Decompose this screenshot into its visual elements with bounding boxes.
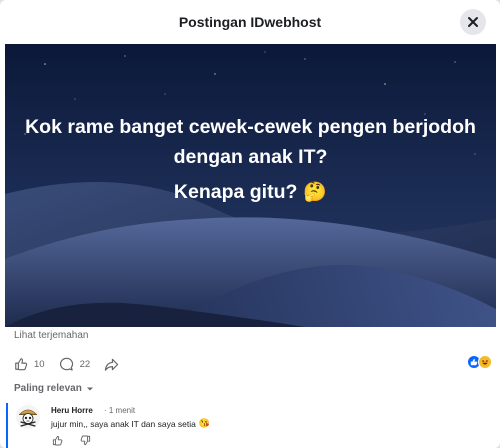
reaction-summary[interactable] [467,355,492,369]
post-subline-text: Kenapa gitu? [173,180,298,203]
comment-timestamp: · 1 menit [104,406,136,415]
avatar[interactable] [16,405,40,429]
like-button[interactable]: 10 [14,357,45,371]
comment-sort-dropdown[interactable]: Paling relevan [14,383,94,394]
comment-highlight-bar [6,403,8,448]
comment-button[interactable]: 22 [59,357,91,372]
close-icon [468,17,478,27]
comment-text: jujur min,, saya anak IT dan saya setia … [51,418,210,429]
modal-title: Postingan IDwebhost [178,14,322,30]
comment-author[interactable]: Heru Horre [51,406,93,415]
haha-reaction-icon [478,355,492,369]
caret-down-icon [86,387,93,390]
thumbs-up-icon [15,358,28,371]
share-button[interactable] [104,357,125,372]
like-count: 10 [34,358,45,370]
thumbs-down-icon [80,435,91,446]
see-translation-link[interactable]: Lihat terjemahan [14,330,89,341]
comment-dislike-button[interactable] [80,433,91,448]
post-subline: Kenapa gitu? 🤔 [5,180,496,204]
skull-pirate-avatar-icon [16,405,40,429]
post-modal: Postingan IDwebhost Kok rame banget cewe… [0,0,500,448]
modal-header: Postingan IDwebhost [0,0,500,44]
close-button[interactable] [460,9,486,35]
post-headline: Kok rame banget cewek-cewek pengen berjo… [25,116,476,168]
comment-like-button[interactable] [52,433,63,448]
thinking-emoji-icon: 🤔 [303,182,328,203]
post-image[interactable]: Kok rame banget cewek-cewek pengen berjo… [5,44,496,327]
comment-count: 22 [79,358,91,370]
share-arrow-icon [104,358,119,371]
comment-body: jujur min,, saya anak IT dan saya setia [51,418,196,429]
post-actions: 10 22 [14,354,139,374]
comment-sort-label: Paling relevan [14,383,82,394]
comment-bubble-icon [59,357,73,371]
thumbs-up-icon [52,435,63,446]
kiss-emoji-icon: 😘 [198,418,211,428]
